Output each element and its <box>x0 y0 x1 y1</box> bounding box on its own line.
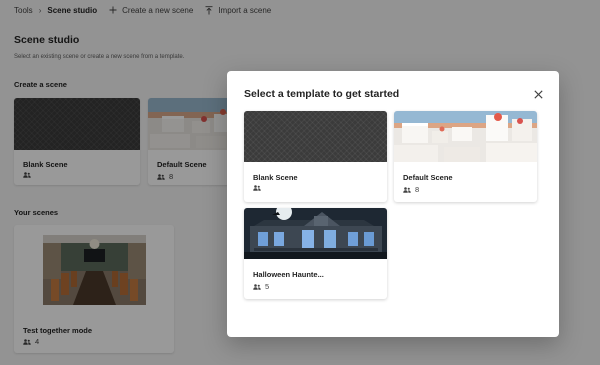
blank-scene-thumbnail <box>244 111 387 162</box>
people-icon <box>403 186 411 193</box>
people-icon <box>253 185 261 191</box>
template-name: Blank Scene <box>253 173 298 182</box>
close-icon <box>533 89 543 99</box>
template-card-default-scene[interactable]: Default Scene 8 <box>394 111 537 202</box>
default-scene-thumbnail <box>394 111 537 162</box>
halloween-scene-thumbnail <box>244 208 387 259</box>
template-card-blank-scene[interactable]: Blank Scene <box>244 111 387 202</box>
close-button[interactable] <box>531 87 545 101</box>
people-icon <box>253 283 261 290</box>
template-name: Default Scene <box>403 173 453 182</box>
template-meta <box>253 185 265 191</box>
template-card-halloween[interactable]: Halloween Haunte... 5 <box>244 208 387 299</box>
dialog-title: Select a template to get started <box>244 88 400 100</box>
participant-count: 8 <box>415 185 420 194</box>
template-meta: 8 <box>403 185 419 194</box>
template-name: Halloween Haunte... <box>253 270 324 279</box>
template-meta: 5 <box>253 282 269 291</box>
participant-count: 5 <box>265 282 270 291</box>
template-dialog: Select a template to get started Blank S… <box>227 71 559 337</box>
